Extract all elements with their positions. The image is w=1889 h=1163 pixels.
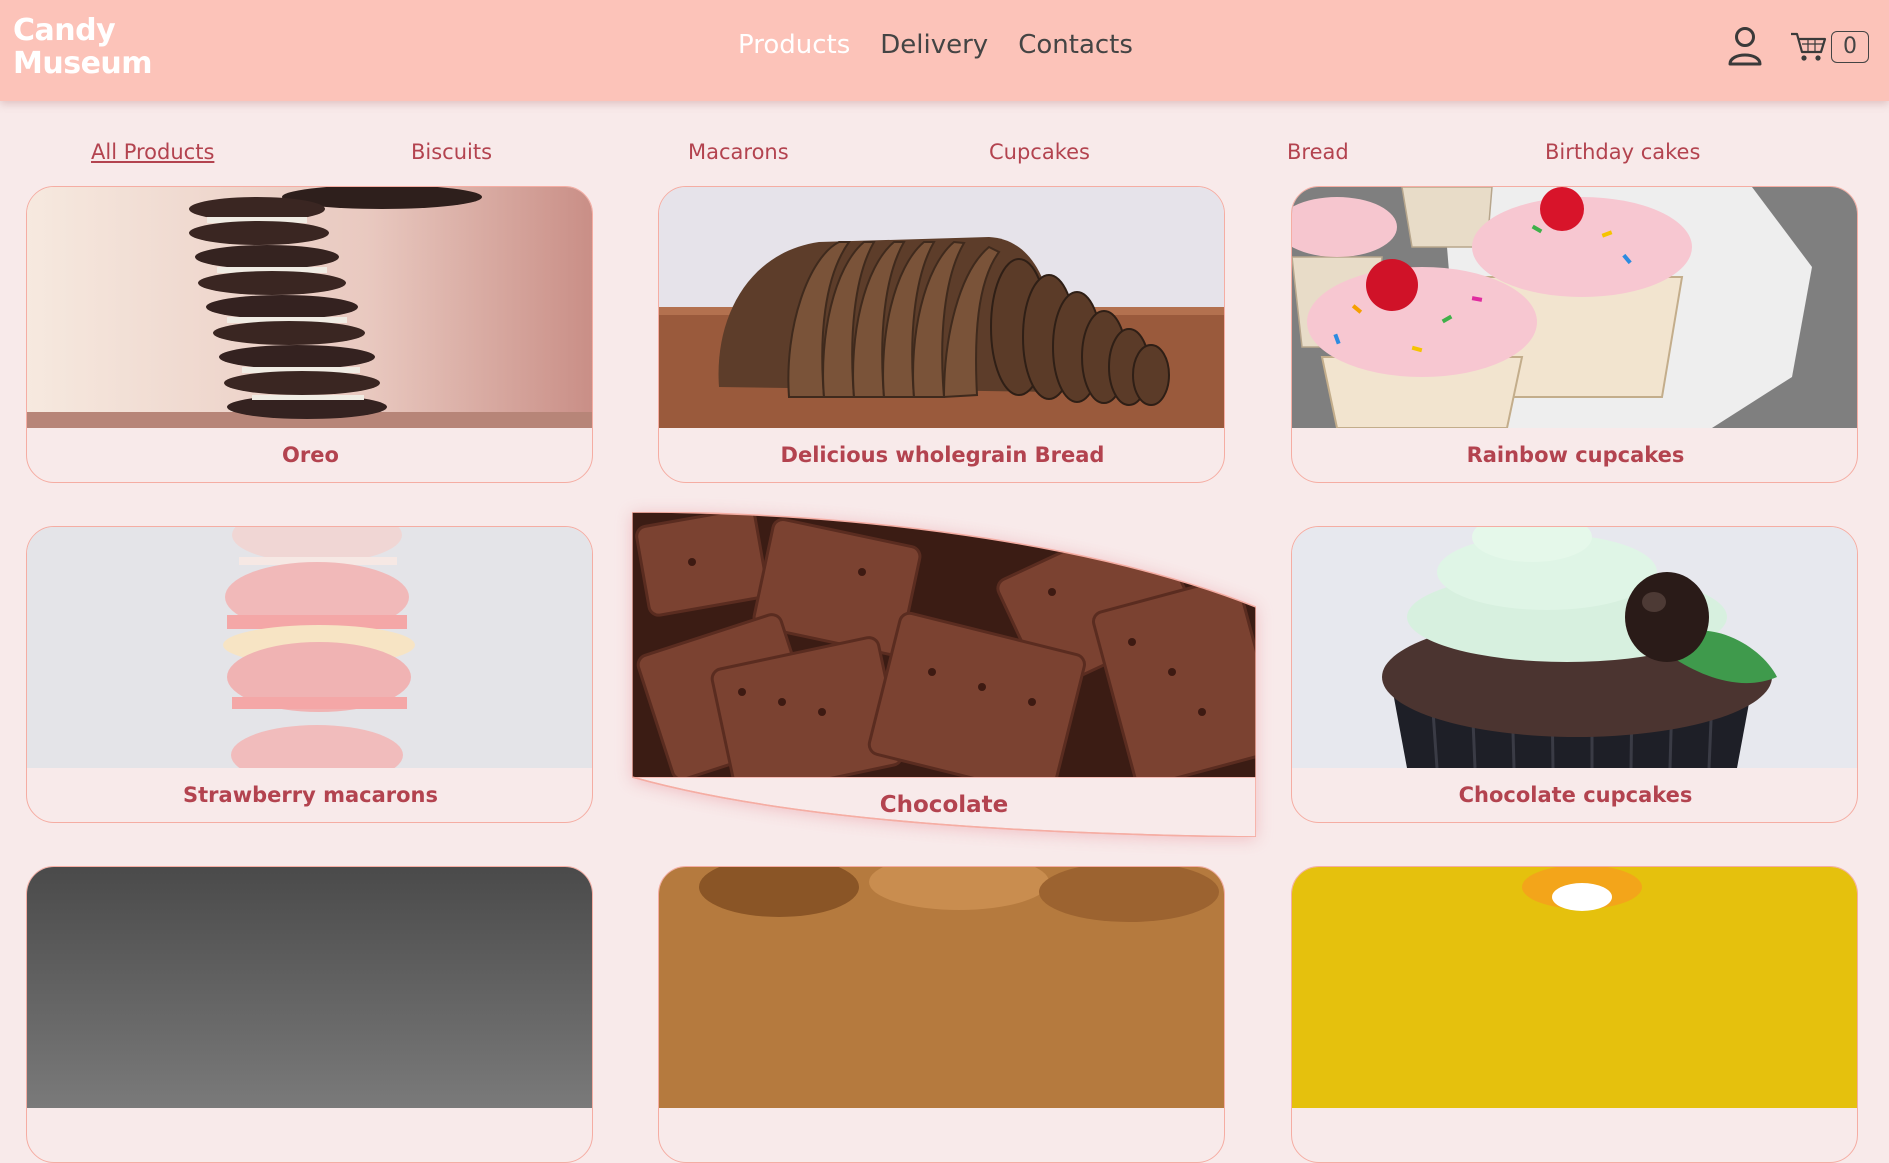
header: Candy Museum Products Delivery Contacts …: [0, 0, 1889, 101]
product-title: Chocolate: [879, 792, 1009, 818]
product-title: Chocolate cupcakes: [1458, 783, 1693, 807]
cart-icon[interactable]: [1790, 30, 1828, 64]
nav-products[interactable]: Products: [738, 30, 850, 60]
category-macarons[interactable]: Macarons: [688, 140, 789, 164]
cart-count-badge[interactable]: 0: [1831, 31, 1869, 63]
logo[interactable]: Candy Museum: [13, 13, 153, 81]
product-card-oreo[interactable]: Oreo: [26, 186, 593, 483]
product-card-strawberry-macarons[interactable]: Strawberry macarons: [26, 526, 593, 823]
category-all-products[interactable]: All Products: [91, 140, 214, 164]
category-biscuits[interactable]: Biscuits: [411, 140, 492, 164]
category-cupcakes[interactable]: Cupcakes: [989, 140, 1090, 164]
product-image-row3-1: [27, 867, 592, 1108]
logo-line-2: Museum: [13, 46, 153, 81]
user-icon[interactable]: [1727, 26, 1763, 66]
product-title: Rainbow cupcakes: [1466, 443, 1685, 467]
product-card-chocolate-cupcakes[interactable]: Chocolate cupcakes: [1291, 526, 1858, 823]
logo-line-1: Candy: [13, 13, 116, 48]
category-birthday-cakes[interactable]: Birthday cakes: [1545, 140, 1700, 164]
product-image-strawberry-macarons: [27, 527, 592, 768]
product-card-row3-1[interactable]: [26, 866, 593, 1163]
nav-delivery[interactable]: Delivery: [880, 30, 988, 60]
product-title: Delicious wholegrain Bread: [780, 443, 1105, 467]
product-image-row3-2: [659, 867, 1224, 1108]
product-card-chocolate[interactable]: Chocolate: [632, 512, 1256, 837]
product-image-bread: [659, 187, 1224, 428]
product-image-rainbow-cupcakes: [1292, 187, 1857, 428]
product-title: Oreo: [282, 443, 339, 467]
product-card-row3-2[interactable]: [658, 866, 1225, 1163]
product-card-row3-3[interactable]: [1291, 866, 1858, 1163]
product-card-bread[interactable]: Delicious wholegrain Bread: [658, 186, 1225, 483]
product-title: Strawberry macarons: [183, 783, 438, 807]
product-image-oreo: [27, 187, 592, 428]
nav-contacts[interactable]: Contacts: [1018, 30, 1133, 60]
main-nav: Products Delivery Contacts: [738, 30, 1133, 60]
product-image-chocolate-cupcakes: [1292, 527, 1857, 768]
product-image-chocolate: [632, 512, 1256, 777]
product-card-rainbow-cupcakes[interactable]: Rainbow cupcakes: [1291, 186, 1858, 483]
product-image-row3-3: [1292, 867, 1857, 1108]
category-bread[interactable]: Bread: [1287, 140, 1349, 164]
